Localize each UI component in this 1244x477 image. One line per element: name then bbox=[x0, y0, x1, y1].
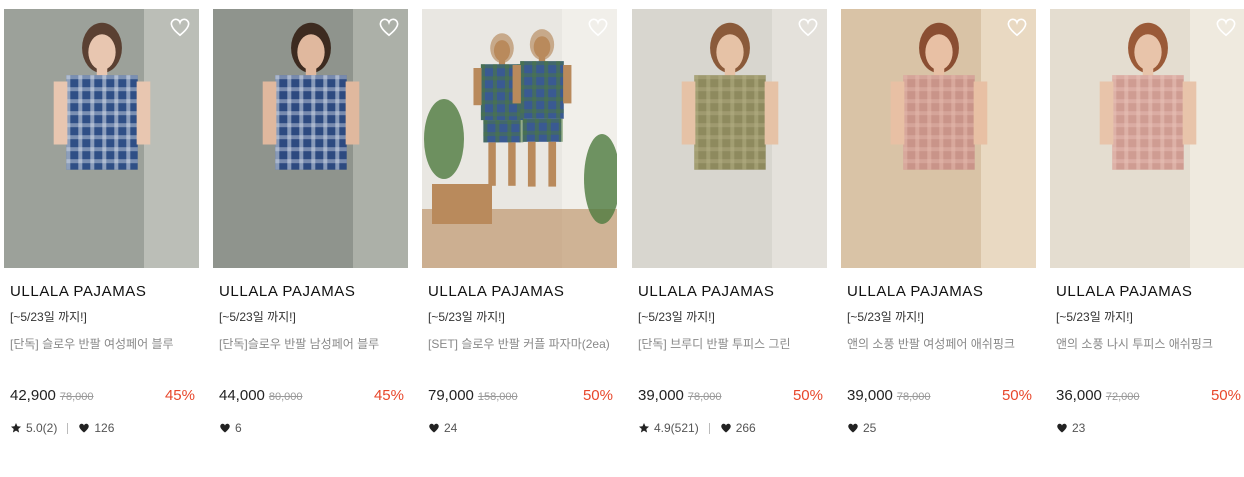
price-block: 39,000 78,000 bbox=[638, 387, 722, 404]
original-price: 72,000 bbox=[1105, 391, 1140, 403]
product-thumbnail[interactable] bbox=[422, 9, 617, 268]
wishlist-heart-icon[interactable] bbox=[797, 17, 819, 37]
sale-price: 39,000 bbox=[847, 387, 893, 404]
product-name[interactable]: [단독] 슬로우 반팔 여성페어 블루 bbox=[10, 335, 174, 352]
product-meta: 25 bbox=[847, 421, 876, 435]
likes-count: 266 bbox=[735, 421, 756, 435]
likes: 266 bbox=[720, 421, 756, 435]
brand-name[interactable]: ULLALA PAJAMAS bbox=[1056, 283, 1193, 300]
promo-label: [~5/23일 까지!] bbox=[638, 310, 715, 324]
product-meta: 23 bbox=[1056, 421, 1085, 435]
product-thumbnail[interactable] bbox=[1050, 9, 1244, 268]
promo-label: [~5/23일 까지!] bbox=[1056, 310, 1133, 324]
sale-price: 36,000 bbox=[1056, 387, 1102, 404]
product-meta: 5.0(2) 126 bbox=[10, 421, 114, 435]
brand-name[interactable]: ULLALA PAJAMAS bbox=[428, 283, 565, 300]
discount-rate: 50% bbox=[792, 387, 823, 404]
star-icon bbox=[638, 422, 650, 434]
heart-filled-icon bbox=[720, 422, 732, 434]
heart-filled-icon bbox=[78, 422, 90, 434]
heart-filled-icon bbox=[1056, 422, 1068, 434]
likes: 25 bbox=[847, 421, 876, 435]
product-image[interactable] bbox=[1050, 9, 1244, 268]
product-name[interactable]: [단독]슬로우 반팔 남성페어 블루 bbox=[219, 335, 379, 352]
discount-rate: 50% bbox=[1210, 387, 1241, 404]
original-price: 158,000 bbox=[477, 391, 518, 403]
original-price: 78,000 bbox=[687, 391, 722, 403]
sale-price: 79,000 bbox=[428, 387, 474, 404]
divider bbox=[67, 422, 69, 434]
star-icon bbox=[10, 422, 22, 434]
likes: 24 bbox=[428, 421, 457, 435]
original-price: 78,000 bbox=[59, 391, 94, 403]
discount-rate: 45% bbox=[164, 387, 195, 404]
discount-rate: 50% bbox=[1001, 387, 1032, 404]
original-price: 78,000 bbox=[896, 391, 931, 403]
sale-price: 42,900 bbox=[10, 387, 56, 404]
promo-label: [~5/23일 까지!] bbox=[847, 310, 924, 324]
price-block: 39,000 78,000 bbox=[847, 387, 931, 404]
discount-rate: 45% bbox=[373, 387, 404, 404]
rating-value: 5.0(2) bbox=[26, 421, 58, 435]
product-name[interactable]: [SET] 슬로우 반팔 커플 파자마(2ea) bbox=[428, 335, 610, 352]
product-meta: 6 bbox=[219, 421, 242, 435]
product-image[interactable] bbox=[213, 9, 408, 268]
rating-value: 4.9(521) bbox=[654, 421, 699, 435]
product-image[interactable] bbox=[841, 9, 1036, 268]
heart-filled-icon bbox=[219, 422, 231, 434]
brand-name[interactable]: ULLALA PAJAMAS bbox=[847, 283, 984, 300]
original-price: 80,000 bbox=[268, 391, 303, 403]
wishlist-heart-icon[interactable] bbox=[378, 17, 400, 37]
price-block: 79,000 158,000 bbox=[428, 387, 518, 404]
product-name[interactable]: 앤의 소풍 나시 투피스 애쉬핑크 bbox=[1056, 335, 1213, 352]
sale-price: 44,000 bbox=[219, 387, 265, 404]
wishlist-heart-icon[interactable] bbox=[1006, 17, 1028, 37]
price-block: 42,900 78,000 bbox=[10, 387, 94, 404]
likes-count: 126 bbox=[94, 421, 115, 435]
price-block: 36,000 72,000 bbox=[1056, 387, 1140, 404]
heart-filled-icon bbox=[847, 422, 859, 434]
heart-filled-icon bbox=[428, 422, 440, 434]
likes-count: 25 bbox=[863, 421, 877, 435]
likes-count: 23 bbox=[1072, 421, 1086, 435]
wishlist-heart-icon[interactable] bbox=[169, 17, 191, 37]
discount-rate: 50% bbox=[582, 387, 613, 404]
brand-name[interactable]: ULLALA PAJAMAS bbox=[638, 283, 775, 300]
promo-label: [~5/23일 까지!] bbox=[428, 310, 505, 324]
product-name[interactable]: 앤의 소풍 반팔 여성페어 애쉬핑크 bbox=[847, 335, 1015, 352]
product-name[interactable]: [단독] 브루디 반팔 투피스 그린 bbox=[638, 335, 791, 352]
likes-count: 6 bbox=[235, 421, 242, 435]
price-block: 44,000 80,000 bbox=[219, 387, 303, 404]
likes: 126 bbox=[78, 421, 114, 435]
product-image[interactable] bbox=[632, 9, 827, 268]
brand-name[interactable]: ULLALA PAJAMAS bbox=[10, 283, 147, 300]
brand-name[interactable]: ULLALA PAJAMAS bbox=[219, 283, 356, 300]
promo-label: [~5/23일 까지!] bbox=[219, 310, 296, 324]
likes: 23 bbox=[1056, 421, 1085, 435]
sale-price: 39,000 bbox=[638, 387, 684, 404]
likes: 6 bbox=[219, 421, 242, 435]
product-meta: 4.9(521) 266 bbox=[638, 421, 756, 435]
product-image[interactable] bbox=[4, 9, 199, 268]
wishlist-heart-icon[interactable] bbox=[1215, 17, 1237, 37]
product-thumbnail[interactable] bbox=[213, 9, 408, 268]
rating: 4.9(521) bbox=[638, 421, 699, 435]
product-thumbnail[interactable] bbox=[4, 9, 199, 268]
likes-count: 24 bbox=[444, 421, 458, 435]
wishlist-heart-icon[interactable] bbox=[587, 17, 609, 37]
promo-label: [~5/23일 까지!] bbox=[10, 310, 87, 324]
product-image[interactable] bbox=[422, 9, 617, 268]
product-thumbnail[interactable] bbox=[841, 9, 1036, 268]
product-thumbnail[interactable] bbox=[632, 9, 827, 268]
product-meta: 24 bbox=[428, 421, 457, 435]
divider bbox=[708, 422, 710, 434]
rating: 5.0(2) bbox=[10, 421, 57, 435]
